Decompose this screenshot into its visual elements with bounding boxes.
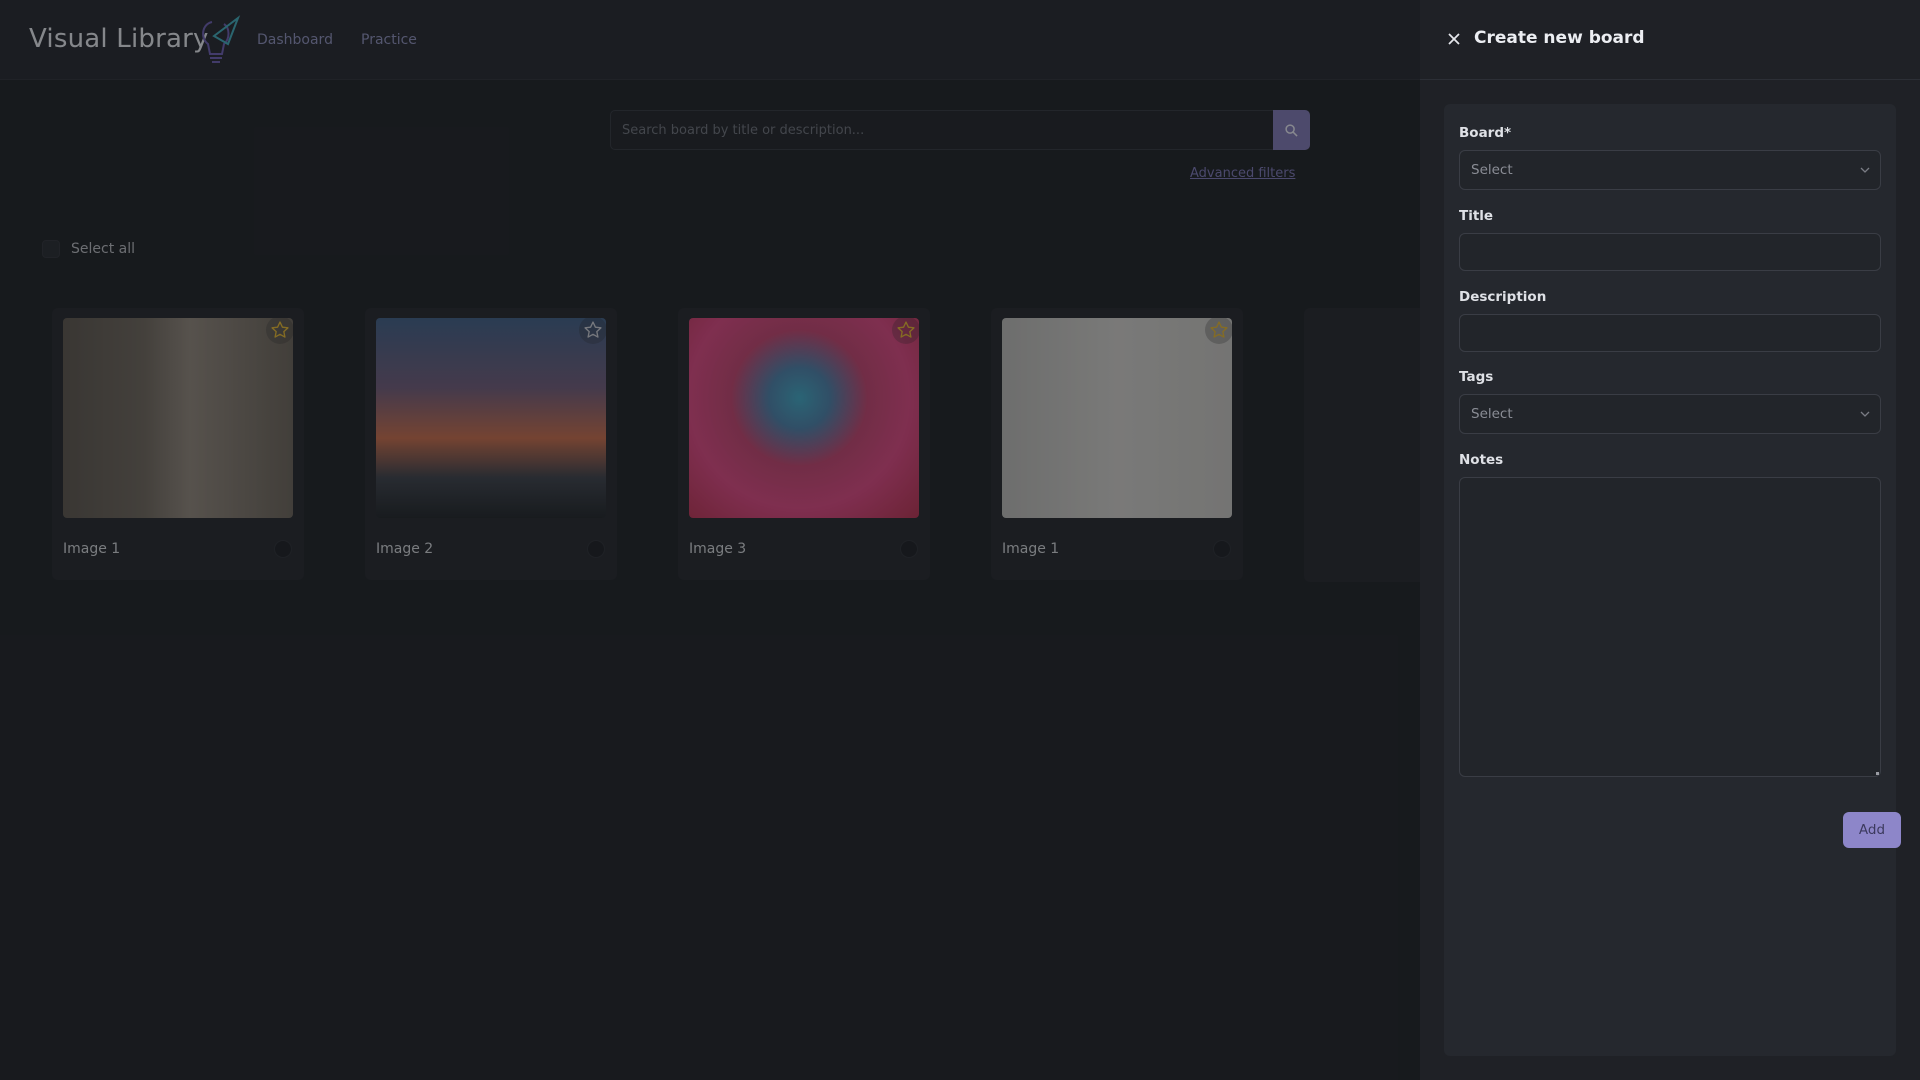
notes-field-label: Notes	[1459, 452, 1504, 468]
description-field[interactable]	[1459, 314, 1881, 352]
board-select-placeholder: Select	[1471, 162, 1513, 178]
modal-backdrop[interactable]	[0, 0, 1420, 1080]
resize-handle-icon[interactable]	[1876, 772, 1879, 775]
notes-field[interactable]	[1459, 477, 1881, 777]
tags-field-label: Tags	[1459, 369, 1494, 385]
drawer-title: Create new board	[1474, 28, 1645, 48]
chevron-down-icon	[1860, 411, 1870, 417]
notes-textarea[interactable]	[1460, 478, 1880, 776]
close-icon[interactable]	[1446, 31, 1462, 47]
title-input[interactable]	[1460, 234, 1880, 270]
title-field[interactable]	[1459, 233, 1881, 271]
tags-select[interactable]: Select	[1459, 394, 1881, 434]
tags-select-placeholder: Select	[1471, 406, 1513, 422]
board-field-label: Board*	[1459, 125, 1512, 141]
add-button[interactable]: Add	[1843, 812, 1901, 848]
description-field-label: Description	[1459, 289, 1547, 305]
drawer-header: Create new board	[1420, 0, 1920, 80]
title-field-label: Title	[1459, 208, 1494, 224]
chevron-down-icon	[1860, 167, 1870, 173]
create-board-form: Board* Select Title Description Tags Sel…	[1444, 104, 1901, 1056]
board-select[interactable]: Select	[1459, 150, 1881, 190]
create-board-drawer: Create new board Board* Select Title Des…	[1420, 0, 1920, 1080]
description-input[interactable]	[1460, 315, 1880, 351]
